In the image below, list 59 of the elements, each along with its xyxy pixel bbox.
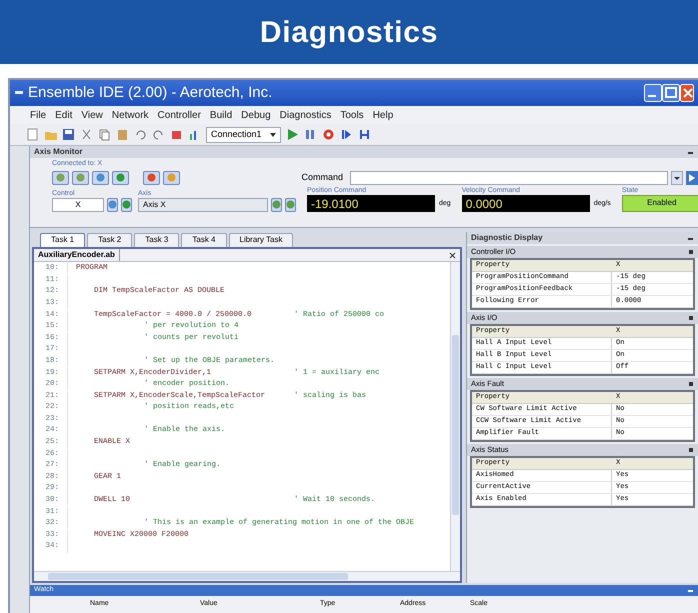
control-field[interactable]: X xyxy=(52,198,104,212)
scroll-thumb[interactable] xyxy=(452,335,459,515)
close-icon[interactable] xyxy=(449,252,456,258)
redo-icon[interactable] xyxy=(152,128,165,141)
menu-item[interactable]: Help xyxy=(372,108,394,122)
run-icon[interactable] xyxy=(286,128,299,141)
horizontal-scrollbar[interactable] xyxy=(34,571,460,581)
home-button[interactable] xyxy=(52,170,69,184)
menu-item[interactable]: Diagnostics xyxy=(280,108,332,122)
menu-item[interactable]: Network xyxy=(112,108,149,122)
fault-ack-button[interactable] xyxy=(163,170,180,184)
menu-item[interactable]: Debug xyxy=(241,108,271,122)
menu-item[interactable]: Tools xyxy=(340,108,364,122)
readout-display: 0.0000 xyxy=(462,194,590,212)
dropdown-caret-icon[interactable] xyxy=(671,170,683,184)
scroll-thumb[interactable] xyxy=(48,573,348,580)
menu-item[interactable]: View xyxy=(81,108,103,122)
maximize-icon[interactable] xyxy=(662,84,680,102)
vertical-scrollbar[interactable] xyxy=(450,262,460,571)
new-file-icon[interactable] xyxy=(26,128,39,141)
connection-dropdown[interactable]: Connection1 xyxy=(206,126,281,142)
editor-tab[interactable]: Library Task xyxy=(228,233,294,247)
home-all-button[interactable] xyxy=(72,170,89,184)
readout-display: -19.0100 xyxy=(307,194,435,212)
window-title: Ensemble IDE (2.00) - Aerotech, Inc. xyxy=(28,82,274,103)
menu-item[interactable]: File xyxy=(30,108,46,122)
axis-field[interactable]: Axis X xyxy=(138,198,268,212)
banner-title: Diagnostics xyxy=(260,14,438,50)
refresh-button[interactable] xyxy=(107,198,118,212)
minimize-icon[interactable] xyxy=(644,84,662,102)
state-indicator: Enabled xyxy=(622,194,698,212)
file-tab[interactable]: AuxiliaryEncoder.ab xyxy=(38,249,120,261)
refresh-button[interactable] xyxy=(92,170,109,184)
menu-item[interactable]: Build xyxy=(210,108,232,122)
editor-tab[interactable]: Task 3 xyxy=(134,233,180,247)
command-input[interactable] xyxy=(350,170,668,184)
panel-title: Axis Monitor xyxy=(34,146,84,158)
menu-item[interactable]: Controller xyxy=(158,108,201,122)
save-icon[interactable] xyxy=(62,128,75,141)
editor-tab[interactable]: Task 2 xyxy=(87,233,132,247)
next-axis-button[interactable] xyxy=(285,198,296,212)
command-label: Command xyxy=(301,170,343,184)
copy-icon[interactable] xyxy=(98,128,111,141)
panel-title: Diagnostic Display xyxy=(471,232,544,244)
enable-button[interactable] xyxy=(121,198,132,212)
step-over-icon[interactable] xyxy=(358,128,371,141)
undo-icon[interactable] xyxy=(134,128,147,141)
pause-icon[interactable] xyxy=(304,128,317,141)
execute-icon[interactable] xyxy=(686,170,698,184)
cut-icon[interactable] xyxy=(80,128,93,141)
abort-button[interactable] xyxy=(143,170,160,184)
step-into-icon[interactable] xyxy=(340,128,353,141)
menu-item[interactable]: Edit xyxy=(55,108,72,122)
editor-tab[interactable]: Task 4 xyxy=(181,233,226,247)
enable-button[interactable] xyxy=(112,170,129,184)
editor-tab[interactable]: Task 1 xyxy=(40,233,86,247)
previous-axis-button[interactable] xyxy=(271,198,282,212)
stop-icon[interactable] xyxy=(322,128,335,141)
dropdown-caret-icon xyxy=(270,132,276,138)
